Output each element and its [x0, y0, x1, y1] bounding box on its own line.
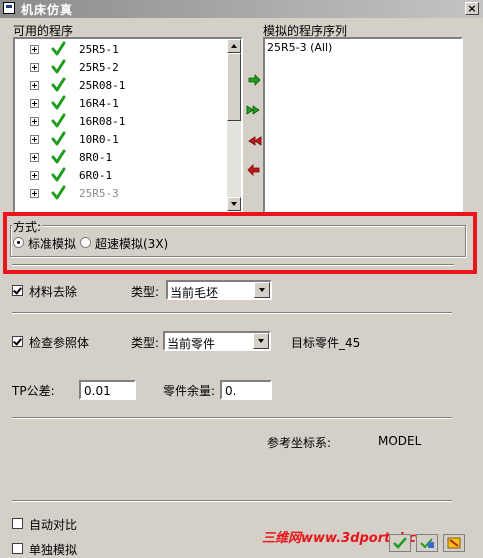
green-check-icon	[51, 59, 66, 74]
ref-coord-label: 参考坐标系:	[267, 436, 332, 450]
program-row[interactable]: 16R4-1	[15, 95, 225, 113]
standard-sim-radio[interactable]	[13, 237, 24, 248]
mode-group	[10, 225, 466, 257]
reference-type-value: 当前零件	[167, 337, 216, 351]
chevron-down-icon[interactable]	[254, 282, 270, 298]
ok-check-icon[interactable]	[389, 534, 411, 552]
target-part-text: 目标零件_45	[291, 336, 361, 350]
scroll-up-button[interactable]	[227, 39, 241, 53]
green-double-arrow-right-icon[interactable]	[246, 102, 262, 118]
expand-plus-icon[interactable]	[30, 45, 39, 54]
program-row[interactable]: 8R0-1	[15, 149, 225, 167]
program-name: 16R08-1	[79, 115, 126, 128]
green-check-icon	[51, 149, 66, 164]
red-double-arrow-left-icon[interactable]	[246, 133, 262, 149]
single-step-label[interactable]: 单独模拟	[29, 541, 77, 558]
window-title: 机床仿真	[21, 3, 74, 17]
title-bar[interactable]: 机床仿真 ×	[0, 0, 483, 18]
program-name: 25R5-2	[79, 61, 119, 74]
ref-coord-value: MODEL	[378, 434, 422, 448]
check-reference-label[interactable]: 检查参照体	[29, 334, 89, 351]
program-row[interactable]: 25R5-2	[15, 59, 225, 77]
program-row[interactable]: 6R0-1	[15, 167, 225, 185]
green-check-icon	[51, 167, 66, 182]
reference-type-select[interactable]: 当前零件	[163, 331, 271, 351]
material-removal-checkbox[interactable]	[12, 285, 23, 296]
green-check-icon	[51, 77, 66, 92]
program-name: 8R0-1	[79, 151, 113, 164]
expand-plus-icon[interactable]	[30, 189, 39, 198]
scroll-down-button[interactable]	[227, 197, 241, 211]
green-arrow-right-icon[interactable]	[246, 72, 262, 88]
program-row[interactable]: 25R08-1	[15, 77, 225, 95]
vertical-scrollbar[interactable]	[227, 39, 241, 211]
green-check-icon	[51, 131, 66, 146]
program-name: 25R5-3	[79, 187, 119, 200]
auto-compare-checkbox[interactable]	[12, 518, 23, 529]
tp-tolerance-value: 0.01	[84, 384, 111, 398]
expand-plus-icon[interactable]	[30, 81, 39, 90]
program-row[interactable]: 16R08-1	[15, 113, 225, 131]
scroll-thumb[interactable]	[227, 53, 241, 121]
program-name: 10R0-1	[79, 133, 119, 146]
expand-plus-icon[interactable]	[30, 153, 39, 162]
material-removal-label[interactable]: 材料去除	[29, 283, 77, 300]
chevron-down-icon[interactable]	[253, 333, 269, 349]
standard-sim-label[interactable]: 标准模拟	[28, 235, 76, 252]
program-name: 25R5-1	[79, 43, 119, 56]
window-icon	[3, 2, 15, 14]
fast-sim-label[interactable]: 超速模拟(3X)	[95, 235, 168, 252]
divider	[12, 264, 454, 266]
available-programs-list[interactable]: 25R5-1 25R5-2 25R08-1 16R4-1 16R08-1 10R0-1 8R…	[13, 37, 243, 213]
program-row[interactable]: 10R0-1	[15, 131, 225, 149]
apply-icon[interactable]	[416, 534, 438, 552]
reference-type-label: 类型:	[131, 336, 160, 350]
close-button[interactable]: ×	[465, 2, 479, 15]
expand-plus-icon[interactable]	[30, 63, 39, 72]
material-type-label: 类型:	[131, 285, 160, 299]
check-reference-checkbox[interactable]	[12, 336, 23, 347]
green-check-icon	[51, 185, 66, 200]
green-check-icon	[51, 95, 66, 110]
expand-plus-icon[interactable]	[30, 99, 39, 108]
mode-label: 方式:	[12, 218, 43, 235]
tp-tolerance-label: TP公差:	[12, 384, 55, 398]
green-check-icon	[51, 113, 66, 128]
green-check-icon	[51, 41, 66, 56]
part-allowance-value: 0.	[225, 384, 237, 398]
fast-sim-radio[interactable]	[80, 237, 91, 248]
program-name: 16R4-1	[79, 97, 119, 110]
expand-plus-icon[interactable]	[30, 171, 39, 180]
expand-plus-icon[interactable]	[30, 135, 39, 144]
divider	[12, 417, 452, 419]
sequence-item[interactable]: 25R5-3 (All)	[267, 41, 332, 54]
divider	[12, 500, 452, 502]
material-type-value: 当前毛坯	[170, 286, 219, 300]
red-arrow-left-icon[interactable]	[246, 162, 262, 178]
expand-plus-icon[interactable]	[30, 117, 39, 126]
cancel-icon[interactable]	[443, 534, 465, 552]
program-name: 25R08-1	[79, 79, 126, 92]
material-type-select[interactable]: 当前毛坯	[166, 280, 272, 300]
auto-compare-label[interactable]: 自动对比	[29, 516, 77, 533]
sequence-list[interactable]: 25R5-3 (All)	[263, 37, 463, 213]
part-allowance-input[interactable]: 0.	[220, 380, 272, 400]
program-row[interactable]: 25R5-1	[15, 41, 225, 59]
program-name: 6R0-1	[79, 169, 113, 182]
divider	[12, 312, 452, 314]
part-allowance-label: 零件余量:	[163, 384, 216, 398]
tp-tolerance-input[interactable]: 0.01	[79, 380, 136, 400]
program-row[interactable]: 25R5-3	[15, 185, 225, 203]
